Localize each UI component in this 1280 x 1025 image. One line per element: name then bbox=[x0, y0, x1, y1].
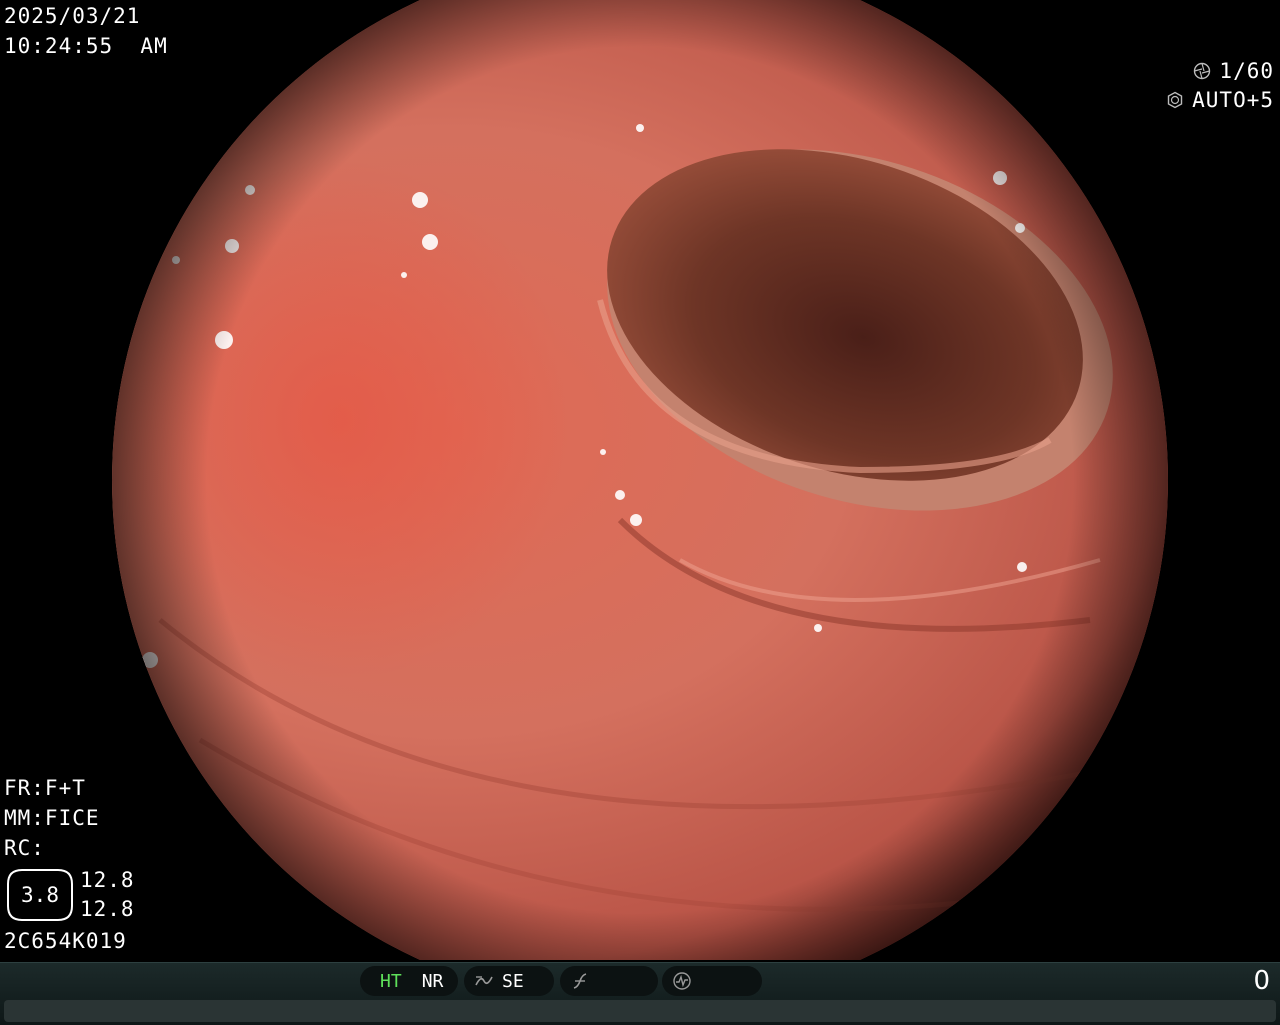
endoscopy-screen: 2025/03/21 10:24:55 AM 1/60 AUTO+5 FR:F+… bbox=[0, 0, 1280, 1025]
exposure-value: AUTO+5 bbox=[1192, 88, 1274, 112]
frame-counter: 0 bbox=[1253, 966, 1270, 996]
waveform-indicator[interactable] bbox=[662, 966, 762, 996]
exposure-readout: AUTO+5 bbox=[1112, 64, 1274, 136]
date-readout: 2025/03/21 bbox=[4, 4, 141, 28]
value-readout-1: 12.8 bbox=[80, 868, 135, 892]
sharpness-icon bbox=[573, 973, 587, 989]
ht-nr-indicator[interactable]: HT NR bbox=[360, 966, 458, 996]
se-indicator[interactable]: SE bbox=[464, 966, 554, 996]
waveform-icon bbox=[673, 972, 691, 990]
endoscope-image bbox=[112, 0, 1168, 960]
value-readout-2: 12.8 bbox=[80, 897, 135, 921]
frame-mode-readout: FR:F+T bbox=[4, 776, 86, 800]
nr-label: NR bbox=[421, 970, 444, 992]
time-readout: 10:24:55 AM bbox=[4, 34, 168, 58]
se-label: SE bbox=[502, 970, 524, 992]
status-bar-lower bbox=[4, 1000, 1276, 1022]
serial-readout: 2C654K019 bbox=[4, 929, 127, 953]
sharpness-indicator[interactable] bbox=[560, 966, 658, 996]
mode-readout: MM:FICE bbox=[4, 806, 100, 830]
iris-icon bbox=[1167, 91, 1183, 109]
ht-label: HT bbox=[380, 970, 402, 992]
rc-readout: RC: bbox=[4, 836, 45, 860]
hex-badge-value: 3.8 bbox=[21, 883, 59, 907]
tone-curve-icon bbox=[475, 976, 493, 986]
